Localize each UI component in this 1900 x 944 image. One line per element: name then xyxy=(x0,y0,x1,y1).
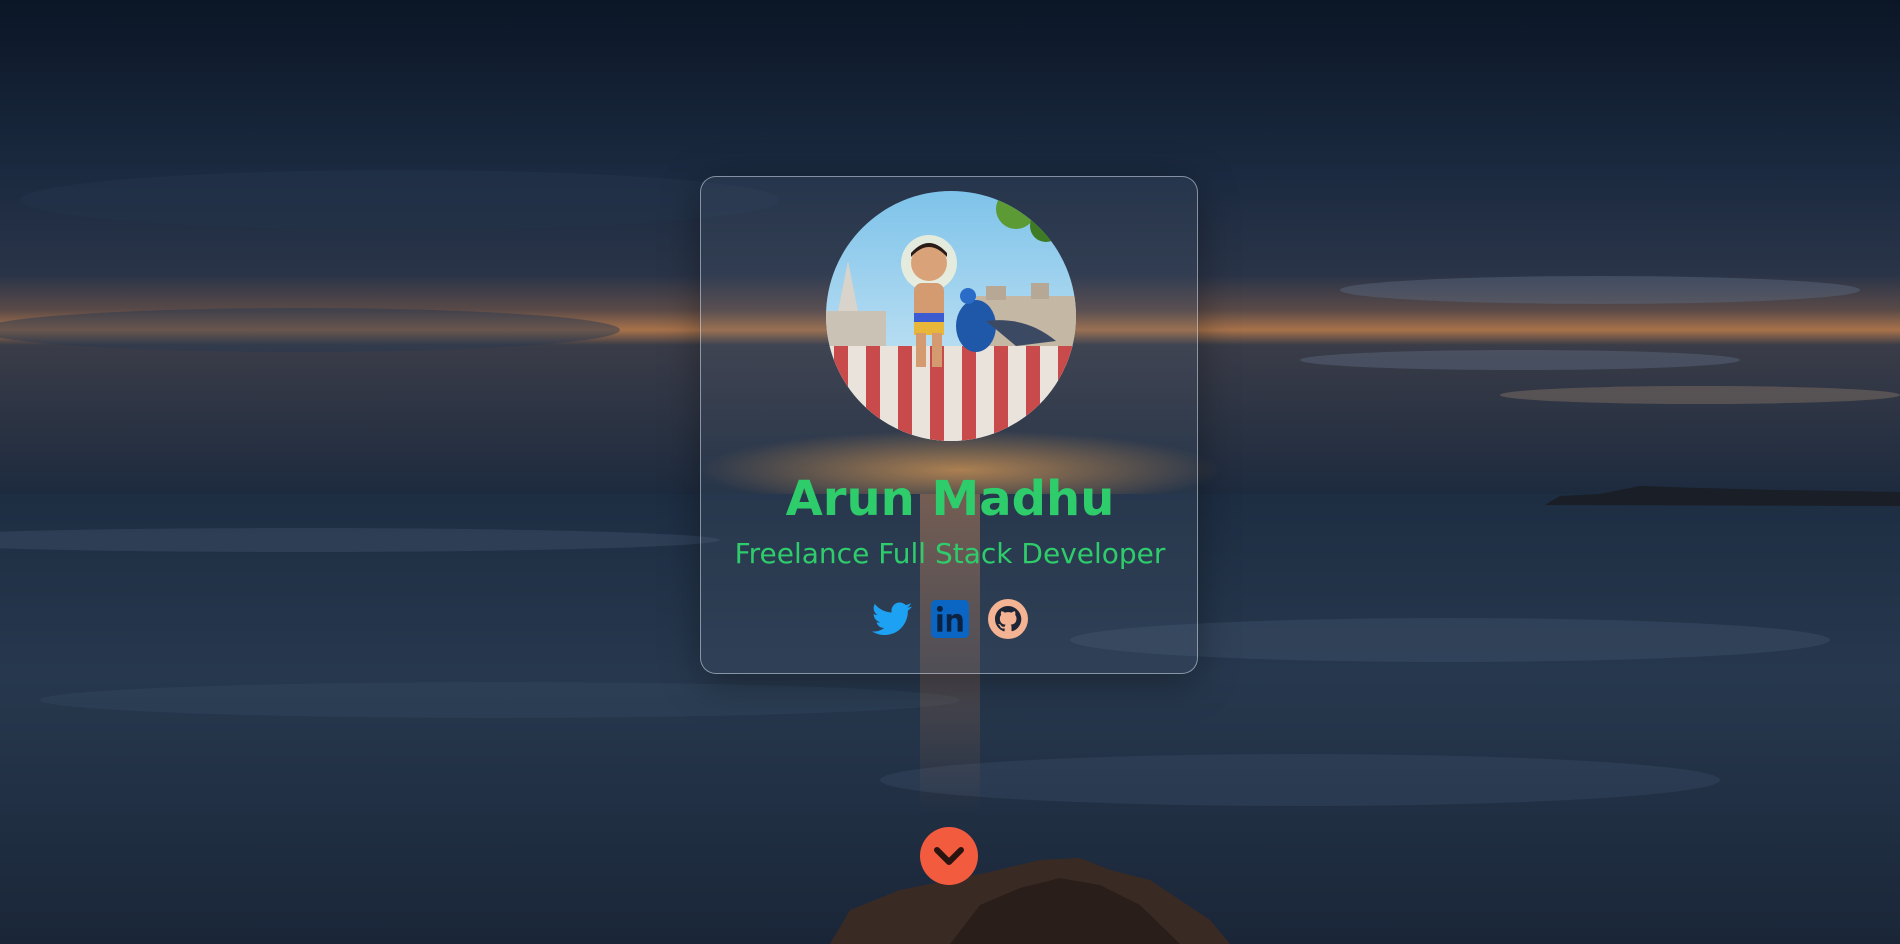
social-links xyxy=(701,595,1199,643)
avatar-illustration xyxy=(826,191,1076,441)
twitter-icon xyxy=(872,602,912,635)
profile-name: Arun Madhu xyxy=(785,471,1115,527)
github-icon xyxy=(988,599,1028,639)
profile-title: Freelance Full Stack Developer xyxy=(734,537,1166,570)
linkedin-link[interactable] xyxy=(929,598,971,640)
scroll-down-button[interactable] xyxy=(920,827,978,885)
profile-avatar xyxy=(826,191,1076,441)
linkedin-icon xyxy=(931,600,969,638)
github-link[interactable] xyxy=(987,598,1029,640)
profile-card: Arun Madhu Freelance Full Stack Develope… xyxy=(700,176,1198,674)
landing-page: Arun Madhu Freelance Full Stack Develope… xyxy=(0,0,1900,944)
twitter-link[interactable] xyxy=(871,598,913,640)
chevron-down-icon xyxy=(934,847,964,865)
